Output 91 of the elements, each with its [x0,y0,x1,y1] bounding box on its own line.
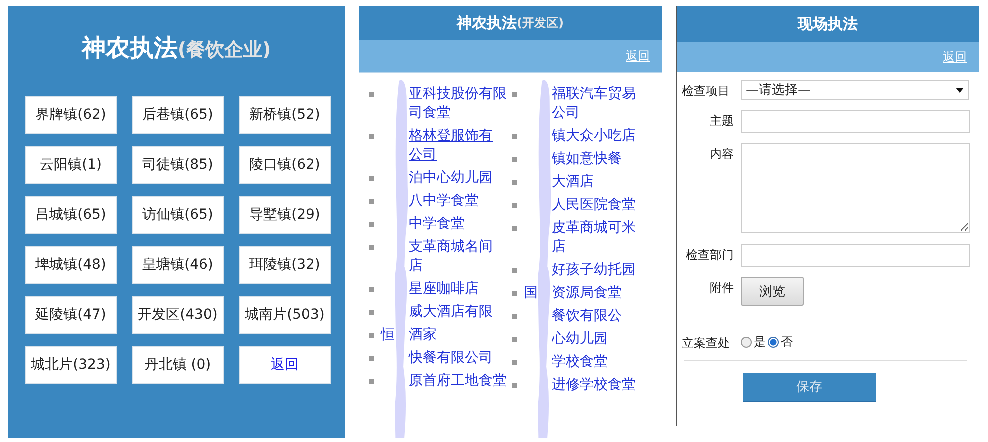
town-button[interactable]: 延陵镇(47) [25,296,117,334]
bullet-icon [369,379,374,384]
restaurant-link[interactable]: 司食堂 [409,104,507,123]
town-button[interactable]: 后巷镇(65) [132,96,224,134]
bullet-icon [369,287,374,292]
field-label: 主题 [709,113,734,130]
panel-title: 神农执法 [457,14,518,32]
select-field[interactable]: —请选择— [741,80,969,100]
restaurant-link[interactable]: 店 [552,238,636,257]
restaurant-link[interactable]: 支革商城名间 [409,238,493,257]
restaurant-link[interactable]: 资源局食堂 [552,284,622,303]
panel-subtitle: (餐饮企业) [178,39,272,63]
town-button[interactable]: 城南片(503) [239,296,331,334]
restaurant-link[interactable]: 格林登服饰有 [409,127,493,146]
input-field[interactable] [741,244,970,267]
restaurant-link[interactable]: 公司 [552,104,636,123]
bullet-icon [369,92,374,97]
restaurant-link[interactable]: 福联汽车贸易 [552,85,636,104]
town-button[interactable]: 陵口镇(62) [239,146,331,184]
bullet-icon [512,157,517,162]
field-label: 附件 [709,280,734,297]
bullet-icon [369,134,374,139]
bullet-icon [369,199,374,204]
town-button[interactable]: 司徒镇(85) [132,146,224,184]
bullet-icon [369,222,374,227]
town-button[interactable]: 皇塘镇(46) [132,246,224,284]
town-button[interactable]: 访仙镇(65) [132,196,224,234]
field-label: 立案查处 [682,335,731,352]
restaurant-link[interactable]: 快餐有限公司 [409,349,493,368]
restaurant-link[interactable]: 威大酒店有限 [409,303,493,322]
restaurant-link[interactable]: 进修学校食堂 [552,376,636,395]
input-field[interactable] [741,110,970,133]
town-button[interactable]: 珥陵镇(32) [239,246,331,284]
restaurant-link[interactable]: 星座咖啡店 [409,280,479,299]
radio-button[interactable] [741,337,752,348]
town-button[interactable]: 云阳镇(1) [25,146,117,184]
town-button[interactable]: 丹北镇 (0) [132,346,224,384]
restaurant-link[interactable]: 店 [409,257,493,276]
town-button[interactable]: 导墅镇(29) [239,196,331,234]
restaurant-link[interactable]: 大酒店 [552,173,594,192]
restaurant-link[interactable]: 八中学食堂 [409,192,479,211]
bullet-icon [369,356,374,361]
field-label: 检查项目 [682,83,731,100]
radio-button[interactable] [768,337,779,348]
bullet-icon [369,245,374,250]
restaurant-link[interactable]: 人民医院食堂 [552,196,636,215]
text-area[interactable] [741,143,970,233]
bullet-icon [512,360,517,365]
bullet-icon [512,337,517,342]
restaurant-link[interactable]: 镇大众小吃店 [552,127,636,146]
restaurant-link[interactable]: 中学食堂 [409,215,465,234]
field-label: 检查部门 [685,247,734,264]
bullet-icon [512,314,517,319]
bullet-icon [512,134,517,139]
bullet-icon [512,383,517,388]
bullet-icon [512,268,517,273]
bullet-icon [512,180,517,185]
restaurant-link[interactable]: 镇如意快餐 [552,150,622,169]
restaurant-link[interactable]: 皮革商城可米 [552,219,636,238]
bullet-icon [369,310,374,315]
town-button[interactable]: 开发区(430) [132,296,224,334]
bullet-icon [369,176,374,181]
panel-title: 神农执法 [82,33,178,64]
panel-title: 现场执法 [798,14,858,34]
restaurant-link[interactable]: 国 [524,284,538,303]
restaurant-link[interactable]: 酒家 [409,326,437,345]
restaurant-link[interactable]: 心幼儿园 [552,330,608,349]
bullet-icon [512,92,517,97]
bullet-icon [512,226,517,231]
bullet-icon [512,203,517,208]
restaurant-link[interactable]: 餐饮有限公 [552,307,622,326]
radio-label: 否 [781,334,793,351]
restaurant-link[interactable]: 好孩子幼托园 [552,261,636,280]
bullet-icon [369,333,374,338]
town-button[interactable]: 界牌镇(62) [25,96,117,134]
bullet-icon [512,291,517,296]
restaurant-link[interactable]: 原首府工地食堂 [409,372,507,391]
restaurant-link[interactable]: 恒 [381,326,395,345]
restaurant-link[interactable]: 泊中心幼儿园 [409,169,493,188]
field-label: 内容 [709,146,734,163]
town-button[interactable]: 城北片(323) [25,346,117,384]
restaurant-link[interactable]: 学校食堂 [552,353,608,372]
town-button[interactable]: 新桥镇(52) [239,96,331,134]
town-button[interactable]: 埤城镇(48) [25,246,117,284]
back-button[interactable]: 返回 [239,346,331,384]
restaurant-link[interactable]: 亚科技股份有限 [409,85,507,104]
radio-label: 是 [754,334,766,351]
browse-button[interactable]: 浏览 [741,277,804,306]
restaurant-link[interactable]: 公司 [409,146,493,165]
panel-subtitle: (开发区) [517,14,564,32]
town-button[interactable]: 吕城镇(65) [25,196,117,234]
